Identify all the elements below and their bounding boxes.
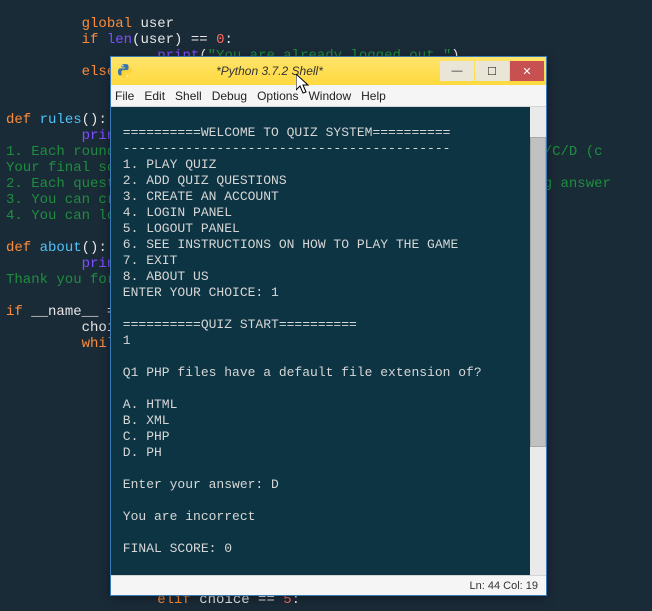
menu-shell[interactable]: Shell	[175, 89, 202, 103]
shell-line: Q1 PHP files have a default file extensi…	[115, 365, 482, 380]
shell-line: 8. ABOUT US	[115, 269, 209, 284]
cursor-position: Ln: 44 Col: 19	[470, 580, 539, 592]
close-button[interactable]: ✕	[510, 61, 544, 81]
menu-help[interactable]: Help	[361, 89, 386, 103]
menu-options[interactable]: Options	[257, 89, 298, 103]
shell-line: 1	[115, 333, 131, 348]
shell-line: ==========WELCOME TO QUIZ SYSTEM========…	[115, 125, 450, 140]
menu-debug[interactable]: Debug	[212, 89, 247, 103]
shell-line: ENTER YOUR CHOICE: 1	[115, 285, 279, 300]
python-icon	[117, 63, 133, 79]
shell-line: 3. CREATE AN ACCOUNT	[115, 189, 279, 204]
shell-line: FINAL SCORE: 0	[115, 541, 232, 556]
python-shell-window: *Python 3.7.2 Shell* — ☐ ✕ File Edit She…	[110, 56, 547, 596]
menu-edit[interactable]: Edit	[144, 89, 165, 103]
menu-file[interactable]: File	[115, 89, 134, 103]
menu-window[interactable]: Window	[308, 89, 351, 103]
vertical-scrollbar[interactable]	[530, 107, 546, 575]
titlebar[interactable]: *Python 3.7.2 Shell* — ☐ ✕	[111, 57, 546, 85]
shell-line: Enter your answer: D	[115, 477, 279, 492]
shell-line: 1. PLAY QUIZ	[115, 157, 216, 172]
shell-line: You are incorrect	[115, 509, 255, 524]
statusbar: Ln: 44 Col: 19	[111, 575, 546, 595]
menubar: File Edit Shell Debug Options Window Hel…	[111, 85, 546, 107]
shell-line: 4. LOGIN PANEL	[115, 205, 232, 220]
shell-output[interactable]: ==========WELCOME TO QUIZ SYSTEM========…	[111, 107, 546, 575]
shell-line: A. HTML	[115, 397, 177, 412]
shell-line: 5. LOGOUT PANEL	[115, 221, 240, 236]
scrollbar-thumb[interactable]	[530, 137, 546, 447]
shell-line: ----------------------------------------…	[115, 141, 450, 156]
window-title: *Python 3.7.2 Shell*	[139, 64, 440, 78]
shell-line: ==========QUIZ START==========	[115, 317, 357, 332]
maximize-button[interactable]: ☐	[475, 61, 509, 81]
shell-line: B. XML	[115, 413, 170, 428]
shell-line: 2. ADD QUIZ QUESTIONS	[115, 173, 287, 188]
shell-line: C. PHP	[115, 429, 170, 444]
shell-line: 6. SEE INSTRUCTIONS ON HOW TO PLAY THE G…	[115, 237, 458, 252]
shell-line: D. PH	[115, 445, 162, 460]
shell-line: 7. EXIT	[115, 253, 177, 268]
minimize-button[interactable]: —	[440, 61, 474, 81]
